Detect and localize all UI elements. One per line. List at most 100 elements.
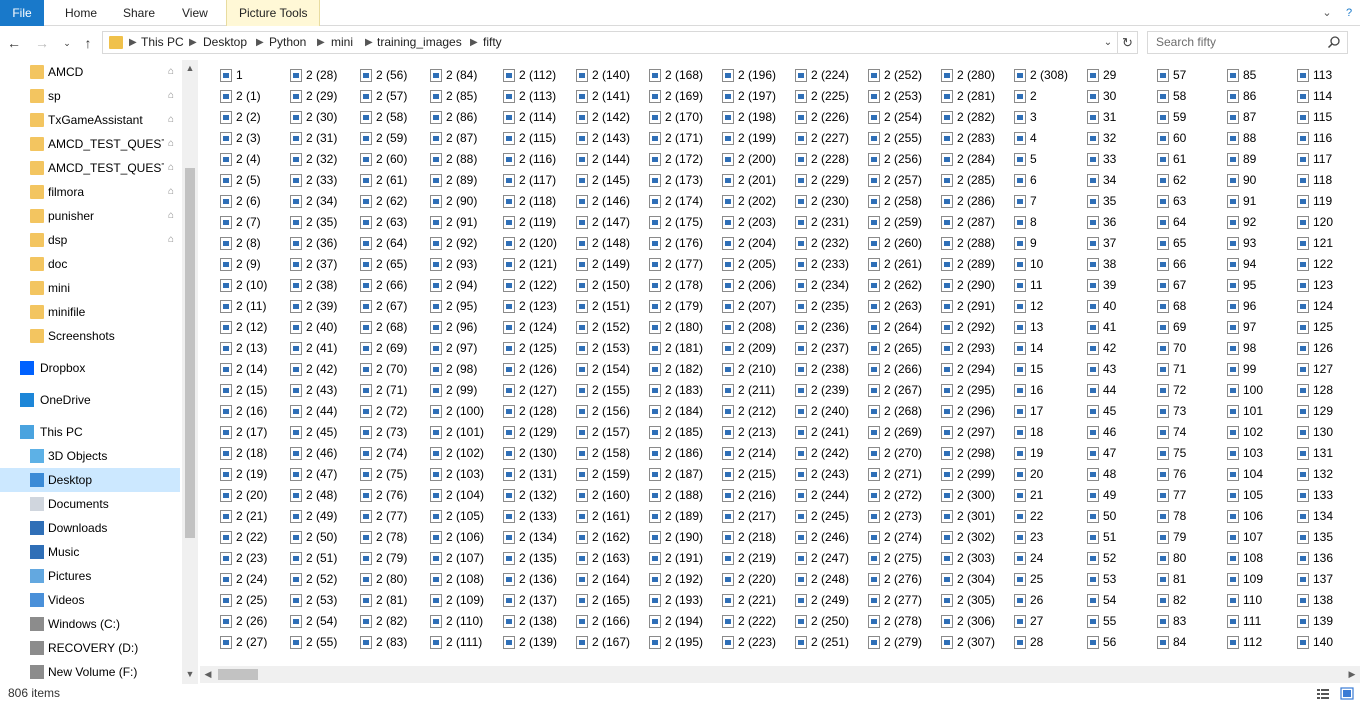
sidebar-item-desktop[interactable]: Desktop [0,468,180,492]
sidebar-item-recovery-d[interactable]: RECOVERY (D:) [0,636,180,660]
sidebar-item-punisher[interactable]: punisher ⌂ [0,204,180,228]
videos-icon [30,593,44,607]
image-file-icon [1227,615,1239,628]
scroll-thumb[interactable] [218,669,258,680]
sidebar-item-filmora[interactable]: filmora ⌂ [0,180,180,204]
image-file-icon [503,426,515,439]
pin-icon[interactable]: ⌂ [166,186,176,198]
sidebar-item-new-volume-f[interactable]: New Volume (F:) [0,660,180,684]
scroll-left-icon[interactable]: ◀ [200,666,216,683]
sidebar-item-txgameassistant[interactable]: TxGameAssistant ⌂ [0,108,180,132]
image-file-icon [430,342,442,355]
back-arrow-icon[interactable]: ← [4,30,24,56]
file-name: 36 [1103,215,1117,229]
expand-ribbon-icon[interactable]: ⌄ [1318,0,1336,26]
large-icons-view-icon[interactable] [1340,687,1354,700]
address-bar[interactable]: ▶ This PC ▶ Desktop ▶ Python ▶ mini ▶ tr… [102,31,1118,54]
image-file-icon [1227,342,1239,355]
nav-scrollbar[interactable]: ▲ ▼ [182,60,198,684]
sidebar-item-this-pc[interactable]: This PC [0,420,180,444]
image-file-icon [503,195,515,208]
sidebar-item-screenshots[interactable]: Screenshots [0,324,180,348]
chevron-right-icon[interactable]: ▶ [129,32,137,53]
tab-view[interactable]: View [182,0,208,26]
image-file-icon [1087,447,1099,460]
sidebar-item-windows-c[interactable]: Windows (C:) [0,612,180,636]
chevron-right-icon[interactable]: ▶ [365,32,373,53]
pin-icon[interactable]: ⌂ [166,66,176,78]
file-name: 2 (210) [738,362,777,376]
sidebar-item-amcd[interactable]: AMCD ⌂ [0,60,180,84]
scroll-thumb[interactable] [185,168,195,538]
image-file-icon [576,216,588,229]
chevron-right-icon[interactable]: ▶ [189,32,197,53]
refresh-icon[interactable]: ↻ [1118,31,1138,54]
details-view-icon[interactable] [1316,687,1330,700]
chevron-right-icon[interactable]: ▶ [470,32,478,53]
recent-locations-icon[interactable]: ⌄ [57,30,77,56]
sidebar-item-sp[interactable]: sp ⌂ [0,84,180,108]
tab-picture-tools[interactable]: Picture Tools [226,0,321,26]
forward-arrow-icon[interactable]: → [32,30,52,56]
file-name: 2 (95) [446,299,478,313]
file-name: 2 (131) [519,467,558,481]
sidebar-item-doc[interactable]: doc [0,252,180,276]
sidebar-item-downloads[interactable]: Downloads [0,516,180,540]
sidebar-item-dsp[interactable]: dsp ⌂ [0,228,180,252]
pin-icon[interactable]: ⌂ [166,162,176,174]
image-file-icon [360,363,372,376]
image-file-icon [722,111,734,124]
image-file-icon [649,405,661,418]
sidebar-item-videos[interactable]: Videos [0,588,180,612]
breadcrumb-fifty[interactable]: fifty [483,32,502,53]
breadcrumb-desktop[interactable]: Desktop [203,32,247,53]
sidebar-item-pictures[interactable]: Pictures [0,564,180,588]
scroll-up-icon[interactable]: ▲ [182,60,198,76]
image-file-icon [1297,510,1309,523]
image-file-icon [868,405,880,418]
file-tab[interactable]: File [0,0,44,26]
chevron-right-icon[interactable]: ▶ [256,32,264,53]
pin-icon[interactable]: ⌂ [166,114,176,126]
breadcrumb-training-images[interactable]: training_images [377,32,462,53]
breadcrumb-this-pc[interactable]: This PC [141,32,184,53]
image-file-icon [649,132,661,145]
image-file-icon [722,132,734,145]
image-file-icon [941,69,953,82]
image-file-icon [1087,111,1099,124]
address-dropdown-icon[interactable]: ⌄ [1101,32,1115,53]
sidebar-item-amcd-test-questio[interactable]: AMCD_TEST_QUESTIO⌂ [0,156,180,180]
sidebar-item-amcd-test-questio[interactable]: AMCD_TEST_QUESTIO⌂ [0,132,180,156]
sidebar-item-mini[interactable]: mini [0,276,180,300]
scroll-down-icon[interactable]: ▼ [182,666,198,682]
pin-icon[interactable]: ⌂ [166,90,176,102]
help-icon[interactable]: ? [1340,0,1358,26]
tab-share[interactable]: Share [123,0,155,26]
file-name: 94 [1243,257,1257,271]
image-file-icon [1227,69,1239,82]
image-file-icon [795,426,807,439]
image-file-icon [1297,237,1309,250]
file-name: 2 (227) [811,131,850,145]
sidebar-item-3d-objects[interactable]: 3D Objects [0,444,180,468]
search-input[interactable]: Search fifty [1147,31,1348,54]
horizontal-scrollbar[interactable]: ◀ ▶ [200,666,1360,683]
scroll-right-icon[interactable]: ▶ [1344,666,1360,683]
file-name: 132 [1313,467,1334,481]
sidebar-item-minifile[interactable]: minifile [0,300,180,324]
pin-icon[interactable]: ⌂ [166,210,176,222]
sidebar-item-documents[interactable]: Documents [0,492,180,516]
pin-icon[interactable]: ⌂ [166,234,176,246]
breadcrumb-python[interactable]: Python [269,32,306,53]
image-file-icon [1157,636,1169,649]
sidebar-item-music[interactable]: Music [0,540,180,564]
chevron-right-icon[interactable]: ▶ [317,32,325,53]
file-name: 84 [1173,635,1187,649]
breadcrumb-mini[interactable]: mini [331,32,353,53]
image-file-icon [430,552,442,565]
sidebar-item-onedrive[interactable]: OneDrive [0,388,180,412]
sidebar-item-dropbox[interactable]: Dropbox [0,356,180,380]
up-arrow-icon[interactable]: ↑ [78,30,98,56]
pin-icon[interactable]: ⌂ [166,138,176,150]
tab-home[interactable]: Home [65,0,97,26]
